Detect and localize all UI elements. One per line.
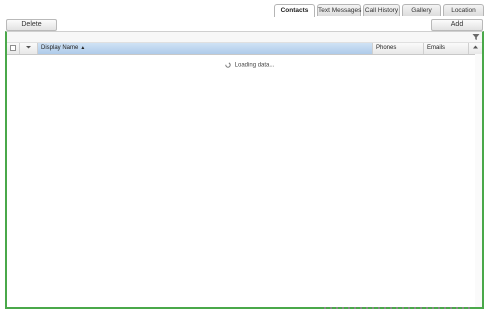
loading-text: Loading data... — [234, 62, 275, 69]
column-menu-icon[interactable] — [20, 43, 38, 54]
filter-bar — [7, 32, 482, 43]
tab-bar: Contacts Text Messages Call History Gall… — [274, 4, 486, 17]
column-header-phones[interactable]: Phones — [373, 43, 424, 54]
tab-gallery[interactable]: Gallery — [402, 4, 441, 16]
spinner-icon — [225, 62, 231, 68]
tab-contacts[interactable]: Contacts — [274, 4, 315, 17]
delete-button[interactable]: Delete — [6, 19, 57, 31]
select-all-cell — [7, 43, 20, 54]
display-name-label: Display Name — [41, 45, 79, 51]
vertical-scrollbar[interactable] — [475, 54, 482, 307]
tab-text-messages[interactable]: Text Messages — [317, 4, 361, 16]
tab-location[interactable]: Location — [443, 4, 484, 16]
contacts-panel: Display Name ▲ Phones Emails Loading data… — [5, 31, 484, 309]
filter-icon[interactable] — [472, 33, 480, 41]
table-header: Display Name ▲ Phones Emails — [7, 43, 482, 55]
select-all-checkbox[interactable] — [10, 45, 16, 51]
emails-label: Emails — [427, 45, 446, 51]
phones-label: Phones — [376, 45, 397, 51]
column-header-emails[interactable]: Emails — [424, 43, 469, 54]
add-button[interactable]: Add — [431, 19, 483, 31]
bottom-divider — [324, 307, 474, 309]
column-header-display-name[interactable]: Display Name ▲ — [38, 43, 373, 54]
scroll-up-icon[interactable] — [469, 43, 482, 54]
sort-ascending-icon: ▲ — [80, 45, 86, 51]
tab-call-history[interactable]: Call History — [363, 4, 400, 16]
loading-indicator: Loading data... — [225, 62, 274, 69]
